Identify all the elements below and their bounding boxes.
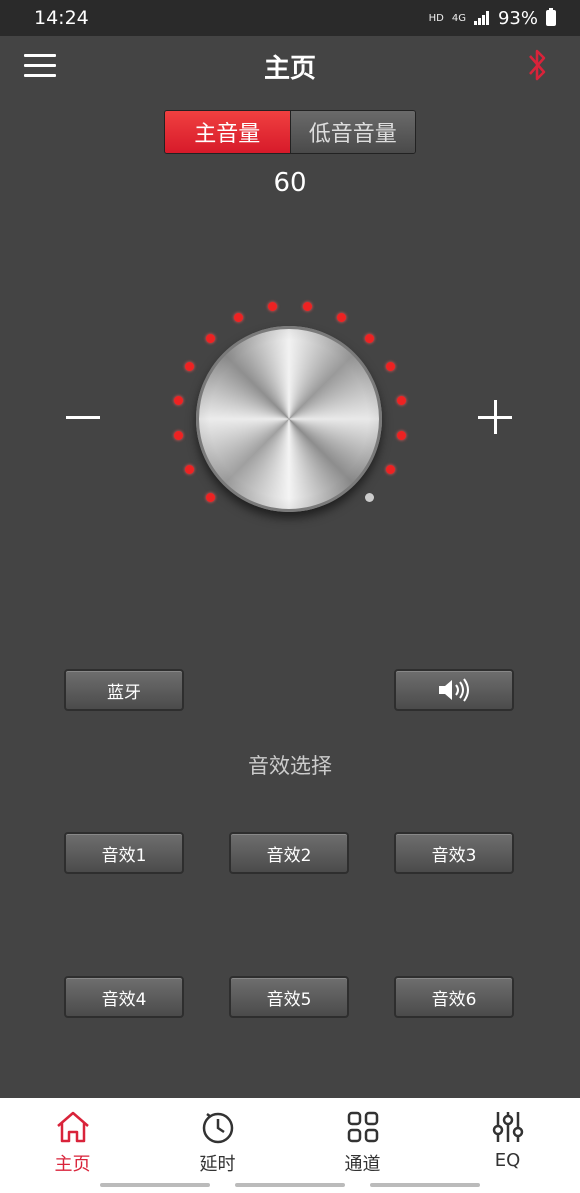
effect-label: 音效1 [101,845,147,866]
bluetooth-icon[interactable] [524,46,552,84]
nav-label: 通道 [344,1154,381,1175]
gesture-bar-right [370,1183,480,1187]
effect-4-button[interactable]: 音效4 [64,976,184,1018]
volume-indicator-dot [336,312,346,322]
battery-icon [546,8,556,26]
speaker-button[interactable] [394,669,514,711]
volume-indicator-dot [386,464,396,474]
volume-indicator-dot [234,312,244,322]
effect-3-button[interactable]: 音效3 [394,832,514,874]
home-icon [56,1111,89,1143]
volume-up-button[interactable] [478,400,514,436]
effect-5-button[interactable]: 音效5 [229,976,349,1018]
volume-knob-area [160,288,420,548]
signal-icon [473,11,490,25]
speaker-icon [439,678,469,702]
app-header: 主页 [0,36,580,96]
volume-indicator-dot [205,333,215,343]
effect-2-button[interactable]: 音效2 [229,832,349,874]
effect-label: 音效4 [101,989,147,1010]
nav-item-home[interactable]: 主页 [0,1098,145,1193]
volume-indicator-dot [184,362,194,372]
volume-tabs: 主音量 低音音量 [164,110,416,154]
effect-6-button[interactable]: 音效6 [394,976,514,1018]
nav-item-channel[interactable]: 通道 [290,1098,435,1193]
status-icons: HD 4G 93% [429,8,556,29]
volume-indicator-dot [397,431,407,441]
effects-section-label: 音效选择 [248,754,332,778]
volume-indicator-dot [386,362,396,372]
grid-icon [347,1111,378,1143]
volume-indicator-dot [365,493,375,503]
volume-value: 60 [273,168,307,198]
effect-label: 音效6 [431,989,477,1010]
volume-indicator-dot [205,493,215,503]
equalizer-icon [492,1112,523,1142]
status-time: 14:24 [34,7,89,29]
gesture-bar-center [235,1183,345,1187]
volume-indicator-dot [184,464,194,474]
volume-indicator-dot [267,301,277,311]
effect-1-button[interactable]: 音效1 [64,832,184,874]
volume-indicator-dot [173,395,183,405]
tab-master-volume[interactable]: 主音量 [165,111,290,153]
bottom-nav: 主页 延时 通道 EQ [0,1098,580,1193]
tab-bass-volume[interactable]: 低音音量 [289,111,415,153]
volume-down-button[interactable] [66,400,102,436]
volume-knob[interactable] [196,326,382,512]
network-4g-label: 4G [451,12,466,24]
effect-label: 音效5 [266,989,312,1010]
nav-label: 主页 [54,1154,91,1175]
clock-icon [202,1112,233,1144]
battery-percent: 93% [497,7,538,29]
bluetooth-button[interactable]: 蓝牙 [64,669,184,711]
nav-label: EQ [494,1150,521,1171]
nav-label: 延时 [199,1154,236,1175]
volume-indicator-dot [303,301,313,311]
status-bar: 14:24 HD 4G 93% [0,0,580,36]
nav-item-eq[interactable]: EQ [435,1098,580,1193]
effect-label: 音效2 [266,845,312,866]
page-title: 主页 [263,54,316,84]
network-hd-label: HD [428,12,444,24]
volume-indicator-dot [173,431,183,441]
volume-indicator-dot [365,333,375,343]
gesture-bar-left [100,1183,210,1187]
bluetooth-button-label: 蓝牙 [107,682,141,703]
effect-label: 音效3 [431,845,477,866]
volume-indicator-dot [397,395,407,405]
nav-item-delay[interactable]: 延时 [145,1098,290,1193]
